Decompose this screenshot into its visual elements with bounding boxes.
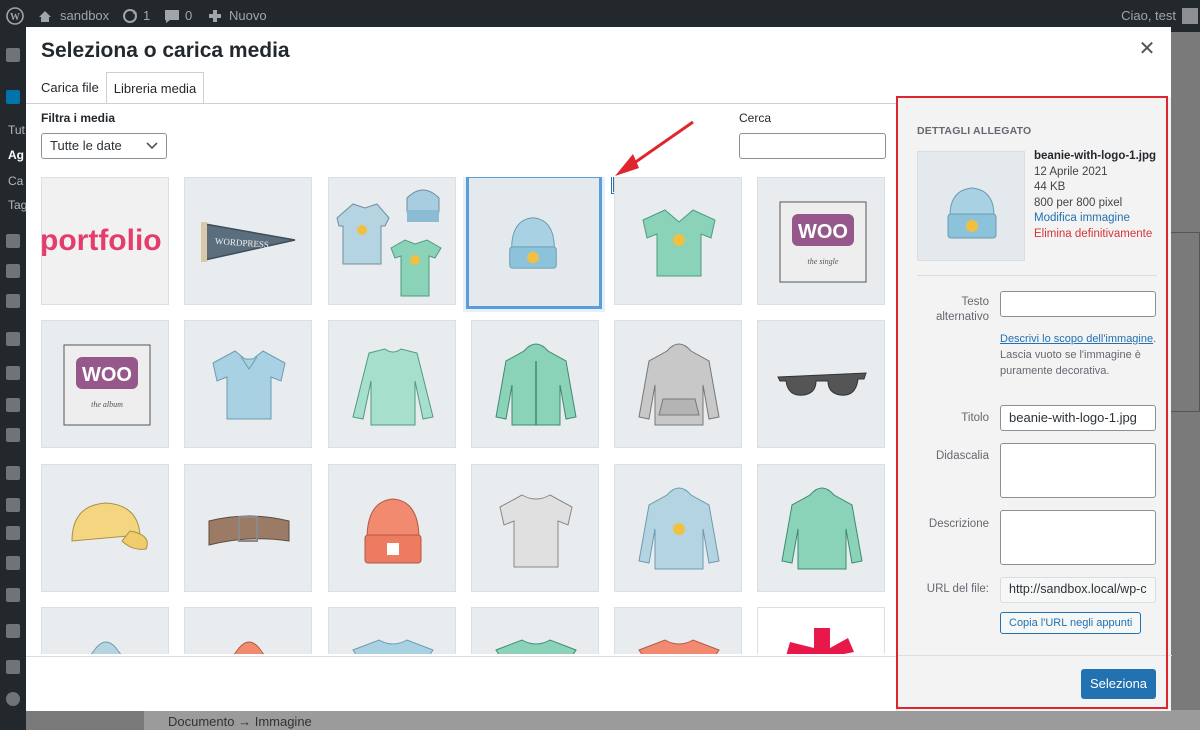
attachment-sunglasses[interactable] bbox=[757, 320, 885, 448]
menu-sub-all[interactable]: Tut bbox=[8, 123, 25, 137]
attachment-album[interactable]: WOO the album bbox=[41, 320, 169, 448]
products-icon[interactable] bbox=[6, 366, 20, 380]
date-filter-value: Tutte le date bbox=[50, 138, 122, 153]
avatar[interactable] bbox=[1182, 8, 1198, 24]
attachment-hoodie[interactable] bbox=[757, 464, 885, 592]
woo-logo-text: WOO bbox=[798, 221, 848, 243]
search-input[interactable] bbox=[739, 133, 886, 159]
details-divider bbox=[917, 275, 1157, 276]
close-icon[interactable]: ✕ bbox=[1137, 39, 1157, 59]
attachments-grid: portfolio WORDPRESS WOO the single WOO t… bbox=[41, 177, 891, 654]
toolbar-divider bbox=[26, 656, 896, 657]
posts-icon[interactable] bbox=[6, 90, 20, 104]
file-url-field[interactable]: http://sandbox.local/wp-c bbox=[1000, 577, 1156, 603]
description-label: Descrizione bbox=[928, 518, 989, 530]
tools-icon[interactable] bbox=[6, 556, 20, 570]
attachment-thumbnail bbox=[917, 151, 1025, 261]
attachment-filename: beanie-with-logo-1.jpg bbox=[1034, 150, 1157, 162]
media-modal: Seleziona o carica media ✕ Carica file L… bbox=[26, 27, 1172, 711]
attachment-dimensions: 800 per 800 pixel bbox=[1034, 196, 1123, 209]
menu-sub-tags[interactable]: Tag bbox=[8, 198, 27, 212]
description-field[interactable] bbox=[1000, 510, 1156, 565]
attachment-details-panel: DETTAGLI ALLEGATO beanie-with-logo-1.jpg… bbox=[896, 97, 1172, 711]
attachment-date: 12 Aprile 2021 bbox=[1034, 165, 1108, 178]
attachment-hoodie-with-pocket[interactable] bbox=[614, 320, 742, 448]
attachment-polo[interactable] bbox=[184, 320, 312, 448]
attachment-pennant[interactable]: WORDPRESS bbox=[184, 177, 312, 305]
attachment-row4-5[interactable] bbox=[614, 607, 742, 654]
attachment-v-neck-tee[interactable] bbox=[614, 177, 742, 305]
alt-text-help-link[interactable]: Descrivi lo scopo dell'immagine bbox=[1000, 333, 1153, 345]
tab-upload-files[interactable]: Carica file bbox=[34, 72, 106, 104]
attachment-hoodie-with-logo[interactable] bbox=[614, 464, 742, 592]
users-icon[interactable] bbox=[6, 526, 20, 540]
copy-url-button[interactable]: Copia l'URL negli appunti bbox=[1000, 612, 1142, 634]
woocommerce-icon[interactable] bbox=[6, 332, 20, 346]
filter-label: Filtra i media bbox=[41, 111, 116, 125]
attachment-row4-3[interactable] bbox=[328, 607, 456, 654]
admin-menu: Tut Ag Ca Tag bbox=[0, 32, 27, 730]
album-caption: the album bbox=[91, 400, 123, 409]
plugins-icon[interactable] bbox=[6, 498, 20, 512]
attachment-logo-collection[interactable] bbox=[328, 177, 456, 305]
toolbar-divider-sidebar bbox=[897, 655, 1172, 656]
annotation-arrow-icon bbox=[615, 120, 694, 176]
attachment-row4-4[interactable] bbox=[471, 607, 599, 654]
attachment-belt[interactable] bbox=[184, 464, 312, 592]
media-tabs: Carica file Libreria media bbox=[34, 72, 205, 104]
attachment-size: 44 KB bbox=[1034, 181, 1066, 193]
album-single-caption: the single bbox=[808, 257, 839, 266]
attachment-portfolio[interactable]: portfolio bbox=[41, 177, 169, 305]
attachment-beanie[interactable] bbox=[328, 464, 456, 592]
wordpress-logo-icon[interactable]: W bbox=[6, 0, 24, 32]
attachment-album-single[interactable]: WOO the single bbox=[757, 177, 885, 305]
appearance-icon[interactable] bbox=[6, 466, 20, 480]
delete-permanently-link[interactable]: Elimina definitivamente bbox=[1034, 227, 1164, 243]
attachment-info: beanie-with-logo-1.jpg 12 Aprile 2021 44… bbox=[1034, 149, 1164, 242]
alt-text-field[interactable] bbox=[1000, 291, 1156, 317]
date-filter-select[interactable]: Tutte le date bbox=[41, 133, 167, 159]
analytics-icon[interactable] bbox=[6, 398, 20, 412]
marketing-icon[interactable] bbox=[6, 428, 20, 442]
alt-text-label: Testo alternativo bbox=[935, 296, 989, 323]
attachment-beanie-with-logo-1[interactable] bbox=[466, 177, 602, 309]
modal-title: Seleziona o carica media bbox=[41, 39, 290, 62]
comments-menu-icon[interactable] bbox=[6, 294, 20, 308]
attachment-t-shirt[interactable] bbox=[471, 464, 599, 592]
attachment-cap[interactable] bbox=[41, 464, 169, 592]
extra-icon[interactable] bbox=[6, 624, 20, 638]
caption-field[interactable] bbox=[1000, 443, 1156, 498]
search-label: Cerca bbox=[739, 111, 772, 125]
menu-sub-add[interactable]: Ag bbox=[8, 148, 24, 162]
plugin-icon[interactable] bbox=[6, 660, 20, 674]
attachment-row4-2[interactable] bbox=[184, 607, 312, 654]
tab-media-library[interactable]: Libreria media bbox=[105, 72, 205, 104]
pages-icon[interactable] bbox=[6, 264, 20, 278]
collapse-menu-icon[interactable] bbox=[6, 692, 20, 706]
title-label: Titolo bbox=[961, 412, 989, 424]
edit-image-link[interactable]: Modifica immagine bbox=[1034, 211, 1164, 227]
editor-breadcrumb: Documento → Immagine bbox=[144, 710, 1200, 730]
media-icon[interactable] bbox=[6, 234, 20, 248]
attachment-long-sleeve-tee[interactable] bbox=[328, 320, 456, 448]
chevron-down-icon bbox=[146, 137, 158, 158]
attachment-details-title: DETTAGLI ALLEGATO bbox=[917, 125, 1032, 137]
svg-text:W: W bbox=[10, 12, 20, 23]
woo-logo-text: WOO bbox=[82, 364, 132, 386]
dashboard-icon[interactable] bbox=[6, 48, 20, 62]
settings-icon[interactable] bbox=[6, 588, 20, 602]
editor-sidebar-edge bbox=[1170, 232, 1200, 412]
alt-text-help: Descrivi lo scopo dell'immagine. Lascia … bbox=[1000, 331, 1158, 379]
file-url-label: URL del file: bbox=[926, 583, 989, 595]
attachment-row4-6[interactable] bbox=[757, 607, 885, 654]
select-button[interactable]: Seleziona bbox=[1081, 669, 1156, 699]
portfolio-text: portfolio bbox=[42, 224, 162, 257]
attachment-row4-1[interactable] bbox=[41, 607, 169, 654]
title-field[interactable]: beanie-with-logo-1.jpg bbox=[1000, 405, 1156, 431]
attachment-hoodie-with-zipper[interactable] bbox=[471, 320, 599, 448]
caption-label: Didascalia bbox=[935, 450, 989, 462]
menu-sub-categories[interactable]: Ca bbox=[8, 174, 23, 188]
